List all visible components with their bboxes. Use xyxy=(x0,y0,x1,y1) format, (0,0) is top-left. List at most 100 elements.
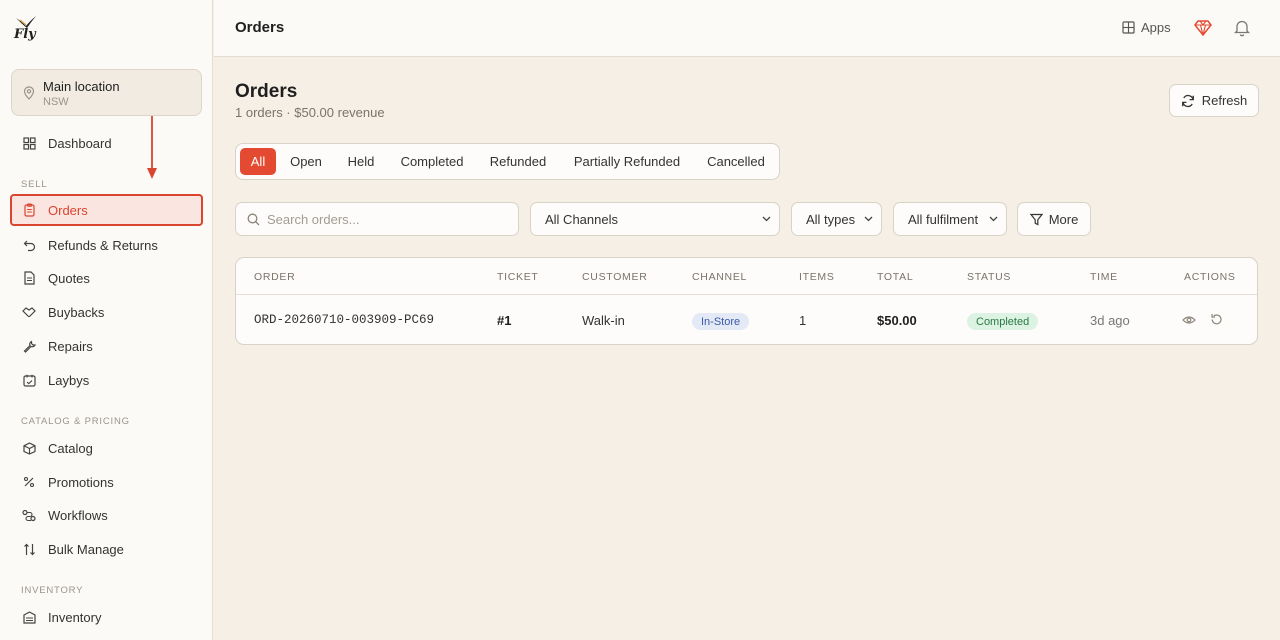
col-status: STATUS xyxy=(967,271,1012,283)
location-selector[interactable]: Main location NSW xyxy=(11,69,202,116)
sidebar-item-label: Repairs xyxy=(48,338,93,354)
handshake-icon xyxy=(22,305,36,319)
sidebar-item-label: Catalog xyxy=(48,440,93,456)
chevron-down-icon xyxy=(864,216,873,222)
refresh-button[interactable]: Refresh xyxy=(1169,84,1259,117)
tab-partially-refunded[interactable]: Partially Refunded xyxy=(566,148,688,175)
fulfilment-select[interactable]: All fulfilment xyxy=(893,202,1007,236)
tab-all[interactable]: All xyxy=(240,148,276,175)
item-count: 1 xyxy=(799,313,807,328)
logo-text: Fly xyxy=(14,27,36,42)
search-box xyxy=(235,202,519,236)
sidebar-item-label: Workflows xyxy=(48,507,108,523)
wrench-icon xyxy=(22,339,36,353)
col-channel: CHANNEL xyxy=(692,271,748,283)
tab-held[interactable]: Held xyxy=(338,148,384,175)
order-time: 3d ago xyxy=(1090,313,1130,328)
ticket-number: #1 xyxy=(497,313,512,328)
eye-icon[interactable] xyxy=(1182,315,1196,325)
channel-select[interactable]: All Channels xyxy=(530,202,780,236)
sidebar-item-dashboard[interactable]: Dashboard xyxy=(10,127,203,159)
type-select[interactable]: All types xyxy=(791,202,882,236)
sidebar: Fly Main location NSW Dashboard SELL Ord… xyxy=(0,0,213,640)
tab-cancelled[interactable]: Cancelled xyxy=(698,148,774,175)
sidebar-item-quotes[interactable]: Quotes xyxy=(10,262,203,294)
filter-icon xyxy=(1029,213,1043,225)
col-actions: ACTIONS xyxy=(1184,271,1236,283)
page-title: Orders xyxy=(235,81,298,102)
sidebar-item-orders[interactable]: Orders xyxy=(10,194,203,226)
channel-badge: In-Store xyxy=(692,313,750,330)
refresh-icon xyxy=(1181,94,1194,107)
rotate-ccw-icon[interactable] xyxy=(1210,313,1223,326)
sidebar-item-label: Dashboard xyxy=(48,135,112,151)
type-select-value: All types xyxy=(806,211,856,227)
col-total: TOTAL xyxy=(877,271,914,283)
chevron-down-icon xyxy=(989,216,998,222)
fulfilment-select-value: All fulfilment xyxy=(908,211,979,227)
sidebar-item-label: Orders xyxy=(48,202,88,218)
sidebar-item-refunds[interactable]: Refunds & Returns xyxy=(10,229,203,261)
section-label-sell: SELL xyxy=(21,179,48,190)
bell-icon[interactable] xyxy=(1234,19,1250,37)
box-icon xyxy=(22,441,36,455)
status-tabs: All Open Held Completed Refunded Partial… xyxy=(235,143,780,180)
customer-name: Walk-in xyxy=(582,313,625,328)
sidebar-item-inventory[interactable]: Inventory xyxy=(10,601,203,633)
more-filters-button[interactable]: More xyxy=(1017,202,1091,236)
section-label-inventory: INVENTORY xyxy=(21,585,84,596)
orders-table: ORDER TICKET CUSTOMER CHANNEL ITEMS TOTA… xyxy=(235,257,1258,345)
sidebar-item-label: Promotions xyxy=(48,474,114,490)
tab-refunded[interactable]: Refunded xyxy=(482,148,554,175)
more-label: More xyxy=(1048,211,1079,227)
apps-label: Apps xyxy=(1141,20,1171,35)
col-time: TIME xyxy=(1090,271,1118,283)
tab-completed[interactable]: Completed xyxy=(392,148,472,175)
location-region: NSW xyxy=(43,96,69,108)
col-order: ORDER xyxy=(254,271,296,283)
sidebar-item-label: Laybys xyxy=(48,372,90,388)
annotation-arrow xyxy=(147,116,157,179)
sidebar-item-repairs[interactable]: Repairs xyxy=(10,330,203,362)
map-pin-icon xyxy=(23,86,35,100)
calendar-check-icon xyxy=(22,373,36,387)
location-name: Main location xyxy=(43,79,120,94)
search-input[interactable] xyxy=(267,203,512,235)
sidebar-item-bulk-manage[interactable]: Bulk Manage xyxy=(10,533,203,565)
sidebar-item-label: Buybacks xyxy=(48,304,105,320)
search-icon xyxy=(247,213,260,226)
dashboard-icon xyxy=(22,136,36,150)
col-ticket: TICKET xyxy=(497,271,539,283)
col-customer: CUSTOMER xyxy=(582,271,648,283)
table-header: ORDER TICKET CUSTOMER CHANNEL ITEMS TOTA… xyxy=(236,258,1257,295)
sidebar-item-workflows[interactable]: Workflows xyxy=(10,499,203,531)
tab-open[interactable]: Open xyxy=(282,148,330,175)
sidebar-item-buybacks[interactable]: Buybacks xyxy=(10,296,203,328)
sidebar-item-catalog[interactable]: Catalog xyxy=(10,432,203,464)
warehouse-icon xyxy=(22,610,36,624)
order-total: $50.00 xyxy=(877,313,917,328)
sidebar-item-label: Bulk Manage xyxy=(48,541,124,557)
topbar: Orders Apps xyxy=(214,0,1280,57)
refresh-label: Refresh xyxy=(1201,93,1248,108)
col-items: ITEMS xyxy=(799,271,835,283)
apps-button[interactable]: Apps xyxy=(1122,20,1171,35)
workflow-icon xyxy=(22,508,36,522)
page-subtitle: 1 orders · $50.00 revenue xyxy=(235,105,385,120)
gem-icon[interactable] xyxy=(1194,20,1212,36)
sidebar-item-laybys[interactable]: Laybys xyxy=(10,364,203,396)
sidebar-item-label: Inventory xyxy=(48,609,102,625)
percent-icon xyxy=(22,475,36,489)
sort-arrows-icon xyxy=(22,542,36,556)
sidebar-item-label: Refunds & Returns xyxy=(48,237,158,253)
chevron-down-icon xyxy=(762,216,771,222)
clipboard-icon xyxy=(22,203,36,217)
document-icon xyxy=(22,271,36,285)
grid-icon xyxy=(1122,21,1135,34)
order-id[interactable]: ORD-20260710-003909-PC69 xyxy=(254,313,434,327)
sidebar-item-promotions[interactable]: Promotions xyxy=(10,466,203,498)
sidebar-item-label: Quotes xyxy=(48,270,90,286)
channel-select-value: All Channels xyxy=(545,211,618,227)
undo-icon xyxy=(22,238,36,252)
section-label-catalog: CATALOG & PRICING xyxy=(21,416,130,427)
